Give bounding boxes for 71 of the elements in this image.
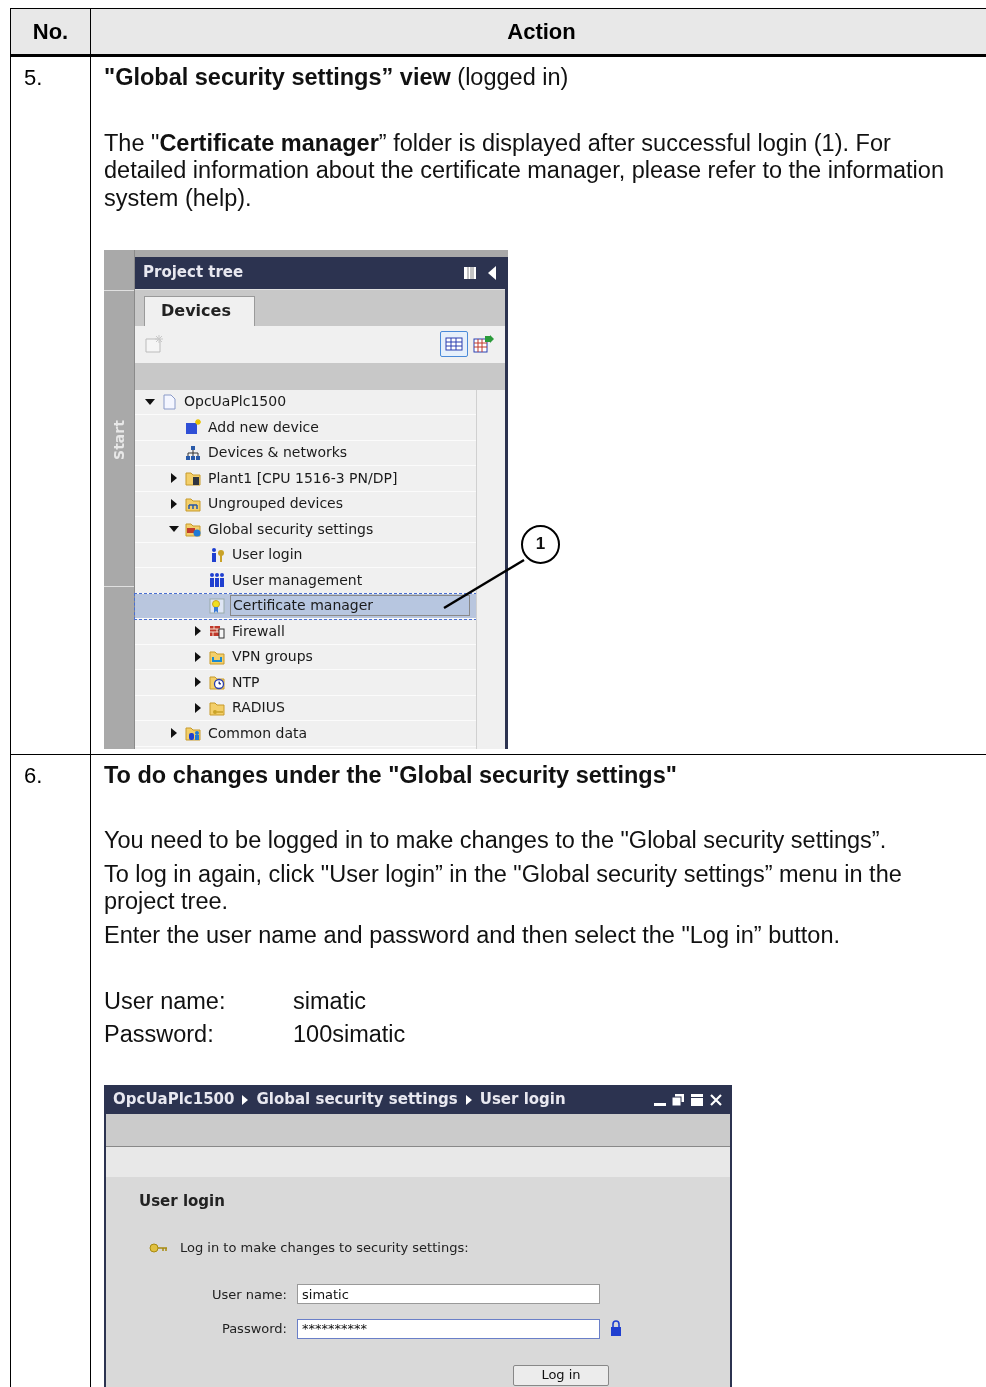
table-arrow-icon [473, 334, 495, 354]
folder-icon [185, 521, 201, 538]
section-heading: User login [139, 1191, 226, 1210]
tree-item[interactable]: User management [230, 570, 365, 590]
devices-tab[interactable]: Devices [144, 295, 255, 326]
lock-icon [610, 1320, 622, 1338]
maximize-icon [690, 1093, 704, 1107]
clock-folder-icon [209, 674, 225, 691]
tree-item[interactable]: Firewall [230, 621, 287, 641]
tree-item[interactable]: User login [230, 545, 305, 565]
credential-value: 100simatic [293, 1020, 406, 1048]
column-header: Action [507, 18, 576, 46]
breadcrumb-item[interactable]: OpcUaPlc1500 [113, 1086, 235, 1114]
step-heading: "Global security settings” view (logged in) [104, 64, 569, 92]
folder-icon [209, 648, 225, 665]
callout-number: 1 [521, 524, 560, 564]
overview-button[interactable] [472, 332, 496, 356]
breadcrumb-item[interactable]: User login [479, 1086, 566, 1114]
new-folder-icon [144, 334, 166, 354]
person-key-icon [209, 546, 225, 563]
key-icon [149, 1242, 167, 1253]
step-number: 5. [24, 65, 43, 90]
paragraph: The "Certificate manager” folder is displayed after successful login (1). For detailed information about the certificate manager, please refer to the information system (help). [104, 129, 945, 212]
tree-item[interactable]: Add new device [206, 417, 321, 437]
credential-label: Password: [104, 1020, 215, 1048]
folder-icon [209, 699, 225, 716]
password-field[interactable]: ********** [297, 1318, 600, 1339]
tree-item[interactable]: NTP [230, 672, 262, 692]
firewall-icon [209, 623, 225, 640]
login-button[interactable]: Log in [513, 1364, 609, 1386]
folder-icon [185, 470, 201, 487]
tree-item[interactable]: Ungrouped devices [206, 494, 345, 514]
breadcrumb-item[interactable]: Global security settings [256, 1086, 458, 1114]
credential-value: simatic [293, 987, 367, 1015]
close-icon [709, 1093, 723, 1107]
breadcrumb-arrow-icon [242, 1095, 249, 1105]
collapse-icon [487, 264, 497, 281]
new-device-icon [185, 419, 201, 436]
document-icon [161, 393, 177, 410]
paragraph: To log in again, click "User login” in the "Global security settings” menu in the project tree. [104, 860, 903, 916]
panel-title: Project tree [143, 261, 244, 283]
table-icon [445, 337, 463, 351]
folder-icon [185, 495, 201, 512]
folder-icon [185, 725, 201, 742]
credential-label: User name: [104, 987, 227, 1015]
selected-row[interactable]: Certificate manager [135, 593, 476, 619]
field-label: User name: [211, 1285, 288, 1304]
tree-item[interactable]: Common data [206, 723, 310, 743]
restore-icon [671, 1093, 685, 1107]
tree-item[interactable]: Certificate manager [230, 595, 470, 617]
tree-item[interactable]: RADIUS [230, 698, 287, 718]
step-heading: To do changes under the "Global security settings" [104, 761, 677, 789]
tree-item[interactable]: Global security settings [206, 519, 376, 539]
certificate-icon [209, 597, 225, 614]
network-icon [185, 444, 201, 461]
step-number: 6. [24, 762, 43, 788]
field-label: Password: [220, 1320, 288, 1338]
paragraph: You need to be logged in to make changes to the "Global security settings”. [104, 827, 888, 855]
tree-item[interactable]: Plant1 [CPU 1516-3 PN/DP] [206, 468, 400, 488]
people-icon [209, 572, 225, 589]
tree-item[interactable]: VPN groups [230, 647, 315, 667]
minimize-icon [654, 1103, 666, 1106]
breadcrumb-arrow-icon [465, 1095, 472, 1105]
tree-item[interactable]: OpcUaPlc1500 [182, 392, 289, 412]
list-view-button[interactable] [440, 331, 468, 357]
column-header: No. [32, 18, 69, 46]
layout-icon [463, 265, 477, 280]
info-message: Log in to make changes to security settings: [180, 1238, 469, 1257]
username-field[interactable]: simatic [297, 1284, 600, 1305]
tree-item[interactable]: Devices & networks [206, 443, 350, 463]
paragraph: Enter the user name and password and then select the "Log in” button. [104, 921, 841, 949]
